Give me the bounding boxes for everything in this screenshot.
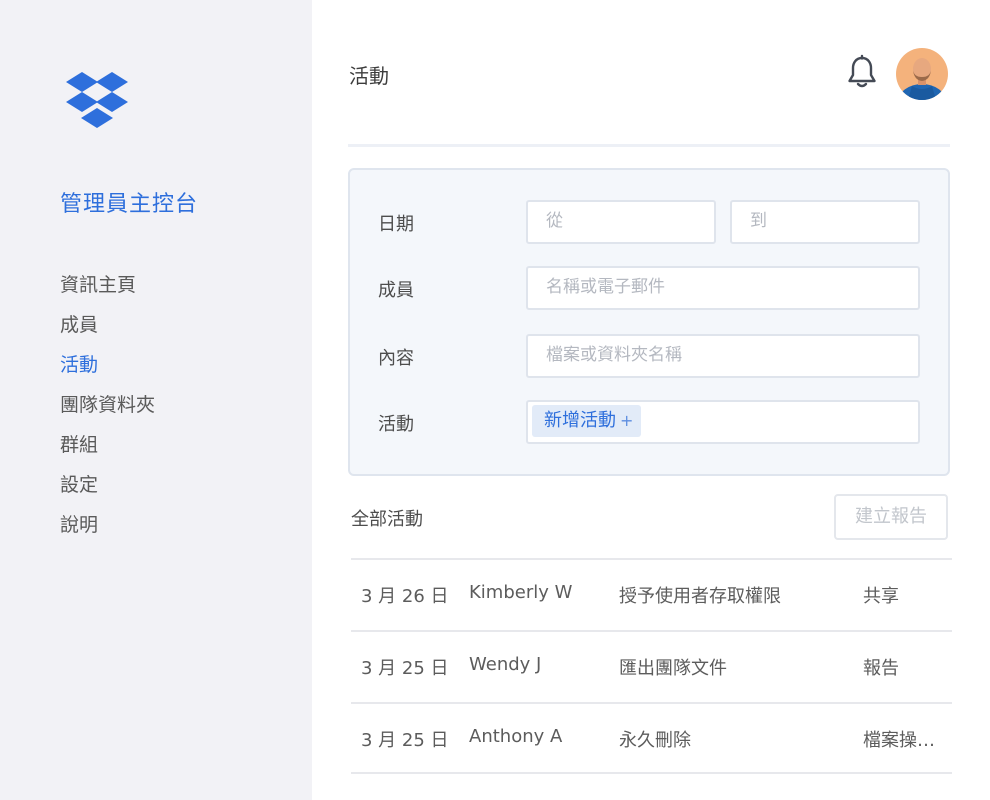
row-date: 3 月 25 日 (361, 730, 449, 751)
sidebar-item-help[interactable]: 說明 (60, 510, 155, 550)
sidebar-item-dashboard[interactable]: 資訊主頁 (60, 270, 155, 310)
row-member: Anthony A (469, 726, 563, 747)
header-divider (348, 144, 950, 147)
sidebar-item-groups[interactable]: 群組 (60, 430, 155, 470)
create-report-button[interactable]: 建立報告 (834, 494, 948, 540)
add-activity-tag-label: 新增活動 (544, 410, 616, 431)
row-date: 3 月 26 日 (361, 586, 449, 607)
row-action: 授予使用者存取權限 (619, 586, 781, 607)
add-activity-tag[interactable]: 新增活動 + (532, 405, 642, 437)
dropbox-logo-icon[interactable] (64, 70, 130, 130)
all-activity-title: 全部活動 (351, 509, 423, 530)
row-date: 3 月 25 日 (361, 658, 449, 679)
date-from-input[interactable]: 從 (526, 200, 716, 244)
sidebar-item-team-folders[interactable]: 團隊資料夾 (60, 390, 155, 430)
content-filter-label: 內容 (378, 348, 414, 369)
row-type: 共享 (863, 586, 899, 607)
plus-icon: + (620, 411, 634, 430)
sidebar: 管理員主控台 資訊主頁 成員 活動 團隊資料夾 群組 設定 說明 (0, 0, 312, 800)
table-row[interactable]: 3 月 25 日 Wendy J 匯出團隊文件 報告 (351, 630, 952, 702)
row-type: 報告 (863, 658, 899, 679)
table-row[interactable]: 3 月 26 日 Kimberly W 授予使用者存取權限 共享 (351, 558, 952, 630)
main-content: 活動 日期 從 到 成員 名稱或電子郵件 內容 檔案或資料夾名稱 活動 新增活動… (312, 0, 990, 800)
date-filter-label: 日期 (378, 214, 414, 235)
activity-filter-label: 活動 (378, 414, 414, 435)
sidebar-item-members[interactable]: 成員 (60, 310, 155, 350)
row-action: 永久刪除 (619, 730, 691, 751)
notification-bell-icon[interactable] (844, 54, 880, 90)
page-title: 活動 (349, 64, 389, 88)
row-member: Wendy J (469, 654, 542, 675)
sidebar-item-settings[interactable]: 設定 (60, 470, 155, 510)
row-action: 匯出團隊文件 (619, 658, 727, 679)
filter-panel: 日期 從 到 成員 名稱或電子郵件 內容 檔案或資料夾名稱 活動 新增活動 + (348, 168, 950, 476)
row-type: 檔案操… (863, 730, 935, 751)
activity-table: 3 月 26 日 Kimberly W 授予使用者存取權限 共享 3 月 25 … (351, 558, 952, 774)
member-search-input[interactable]: 名稱或電子郵件 (526, 266, 920, 310)
content-search-input[interactable]: 檔案或資料夾名稱 (526, 334, 920, 378)
sidebar-item-activity[interactable]: 活動 (60, 350, 155, 390)
user-avatar[interactable] (896, 48, 948, 100)
date-to-input[interactable]: 到 (730, 200, 920, 244)
sidebar-nav: 資訊主頁 成員 活動 團隊資料夾 群組 設定 說明 (60, 270, 155, 550)
activity-filter-input[interactable]: 新增活動 + (526, 400, 920, 444)
member-filter-label: 成員 (378, 280, 414, 301)
row-member: Kimberly W (469, 582, 573, 603)
table-row[interactable]: 3 月 25 日 Anthony A 永久刪除 檔案操… (351, 702, 952, 774)
admin-console-title: 管理員主控台 (60, 192, 199, 217)
